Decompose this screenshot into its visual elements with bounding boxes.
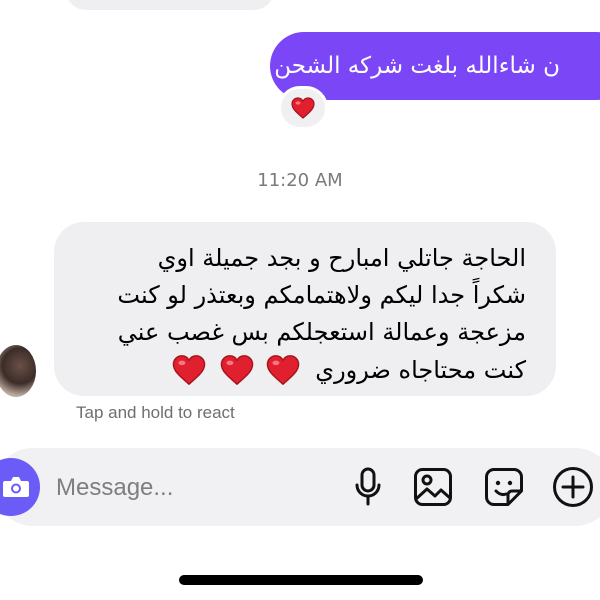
- heart-icon: [266, 355, 299, 386]
- message-timestamp: 11:20 AM: [257, 170, 343, 191]
- sticker-icon: [485, 468, 523, 506]
- received-message-line: كنت محتاجاه ضروري: [315, 355, 526, 384]
- contact-avatar[interactable]: [0, 345, 36, 397]
- sticker-button[interactable]: [483, 466, 525, 508]
- add-icon: [553, 467, 593, 507]
- heart-icon: [220, 355, 254, 386]
- previous-message-bubble[interactable]: [66, 0, 274, 10]
- heart-icon: [291, 97, 315, 119]
- received-message-line: الحاجة جاتلي امبارح و بجد جميلة اوي: [157, 244, 526, 272]
- microphone-icon: [355, 467, 381, 506]
- home-indicator[interactable]: [179, 575, 423, 585]
- sent-message-text: ن شاءالله بلغت شركه الشحن: [274, 53, 560, 79]
- microphone-button[interactable]: [347, 466, 389, 508]
- message-reaction[interactable]: [278, 86, 328, 130]
- gallery-icon: [414, 468, 452, 506]
- received-message-bubble[interactable]: الحاجة جاتلي امبارح و بجد جميلة اوي شكرا…: [54, 222, 556, 396]
- camera-icon: [3, 477, 29, 497]
- add-button[interactable]: [552, 466, 594, 508]
- gallery-button[interactable]: [412, 466, 454, 508]
- heart-icon: [173, 355, 206, 386]
- message-input[interactable]: [56, 468, 316, 508]
- reaction-hint: Tap and hold to react: [76, 403, 235, 422]
- received-message-line: شكراً جدا ليكم ولاهتمامكم وبعتذر لو كنت: [117, 281, 526, 309]
- received-message-line: مزعجة وعمالة استعجلكم بس غصب عني: [117, 318, 526, 346]
- received-message-last-line: كنت محتاجاه ضروري: [76, 351, 526, 389]
